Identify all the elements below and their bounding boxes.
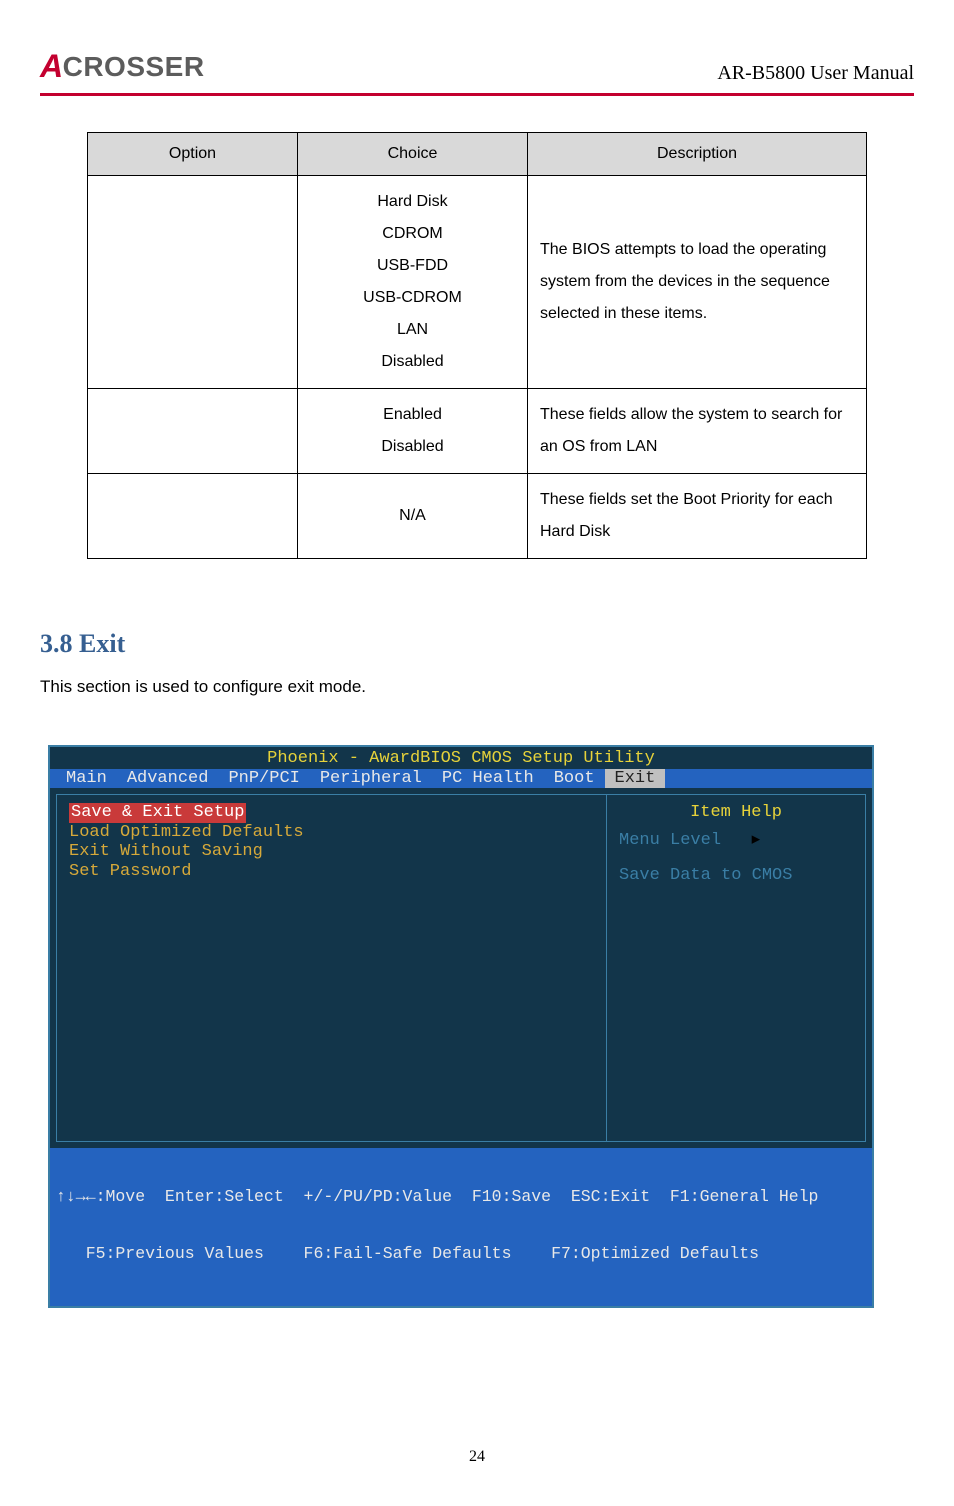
cell-description: These fields set the Boot Priority for e… bbox=[528, 474, 867, 559]
bios-tab-main[interactable]: Main bbox=[56, 769, 117, 789]
chevron-right-icon: ▸ bbox=[752, 831, 761, 850]
cell-option bbox=[88, 389, 298, 474]
bios-tab-exit[interactable]: Exit bbox=[605, 769, 666, 789]
choice-item: USB-CDROM bbox=[310, 282, 515, 314]
bios-menu-level: Menu Level ▸ bbox=[619, 831, 853, 851]
page-number: 24 bbox=[40, 1448, 914, 1466]
logo-text: CROSSER bbox=[63, 51, 205, 83]
bios-help-text: Save Data to CMOS bbox=[619, 866, 853, 886]
choice-item: Disabled bbox=[310, 346, 515, 378]
choice-item: Enabled bbox=[310, 399, 515, 431]
bios-tab-advanced[interactable]: Advanced bbox=[117, 769, 219, 789]
logo-letter: A bbox=[40, 48, 64, 85]
table-header-row: Option Choice Description bbox=[88, 133, 867, 176]
bios-menu-exit-nosave[interactable]: Exit Without Saving bbox=[69, 842, 594, 862]
bios-menu-load-defaults[interactable]: Load Optimized Defaults bbox=[69, 823, 594, 843]
page-header: ACROSSER AR-B5800 User Manual bbox=[40, 48, 914, 85]
cell-choice: Hard Disk CDROM USB-FDD USB-CDROM LAN Di… bbox=[298, 176, 528, 389]
document-title: AR-B5800 User Manual bbox=[717, 62, 914, 85]
bios-menu: Save & Exit Setup Load Optimized Default… bbox=[56, 794, 606, 1142]
cell-option bbox=[88, 474, 298, 559]
bios-title: Phoenix - AwardBIOS CMOS Setup Utility bbox=[50, 747, 872, 769]
cell-choice: Enabled Disabled bbox=[298, 389, 528, 474]
table-row: Enabled Disabled These fields allow the … bbox=[88, 389, 867, 474]
choice-item: LAN bbox=[310, 314, 515, 346]
choice-item: Hard Disk bbox=[310, 186, 515, 218]
cell-description: The BIOS attempts to load the operating … bbox=[528, 176, 867, 389]
bios-tabs: Main Advanced PnP/PCI Peripheral PC Heal… bbox=[50, 769, 872, 789]
col-choice: Choice bbox=[298, 133, 528, 176]
section-heading: 3.8 Exit bbox=[40, 629, 914, 659]
options-table: Option Choice Description Hard Disk CDRO… bbox=[87, 132, 867, 559]
col-description: Description bbox=[528, 133, 867, 176]
header-rule bbox=[40, 93, 914, 96]
cell-option bbox=[88, 176, 298, 389]
choice-item: CDROM bbox=[310, 218, 515, 250]
cell-choice: N/A bbox=[298, 474, 528, 559]
bios-help-panel: Item Help Menu Level ▸ Save Data to CMOS bbox=[606, 794, 866, 1142]
bios-footer: ↑↓→←:Move Enter:Select +/-/PU/PD:Value F… bbox=[50, 1148, 872, 1306]
section-body: This section is used to configure exit m… bbox=[40, 677, 914, 697]
bios-tab-pnppci[interactable]: PnP/PCI bbox=[218, 769, 309, 789]
bios-tab-pchealth[interactable]: PC Health bbox=[432, 769, 544, 789]
bios-help-title: Item Help bbox=[619, 803, 853, 823]
choice-item: USB-FDD bbox=[310, 250, 515, 282]
bios-body: Save & Exit Setup Load Optimized Default… bbox=[50, 788, 872, 1148]
table-row: Hard Disk CDROM USB-FDD USB-CDROM LAN Di… bbox=[88, 176, 867, 389]
bios-tab-boot[interactable]: Boot bbox=[544, 769, 605, 789]
table-row: N/A These fields set the Boot Priority f… bbox=[88, 474, 867, 559]
bios-menu-set-password[interactable]: Set Password bbox=[69, 862, 594, 882]
bios-tab-peripheral[interactable]: Peripheral bbox=[310, 769, 432, 789]
bios-footer-line1: ↑↓→←:Move Enter:Select +/-/PU/PD:Value F… bbox=[56, 1188, 866, 1207]
bios-footer-line2: F5:Previous Values F6:Fail-Safe Defaults… bbox=[56, 1245, 866, 1264]
bios-menu-save-exit[interactable]: Save & Exit Setup bbox=[69, 803, 246, 823]
cell-description: These fields allow the system to search … bbox=[528, 389, 867, 474]
col-option: Option bbox=[88, 133, 298, 176]
brand-logo: ACROSSER bbox=[40, 48, 205, 85]
choice-item: Disabled bbox=[310, 431, 515, 463]
bios-screenshot: Phoenix - AwardBIOS CMOS Setup Utility M… bbox=[48, 745, 874, 1308]
